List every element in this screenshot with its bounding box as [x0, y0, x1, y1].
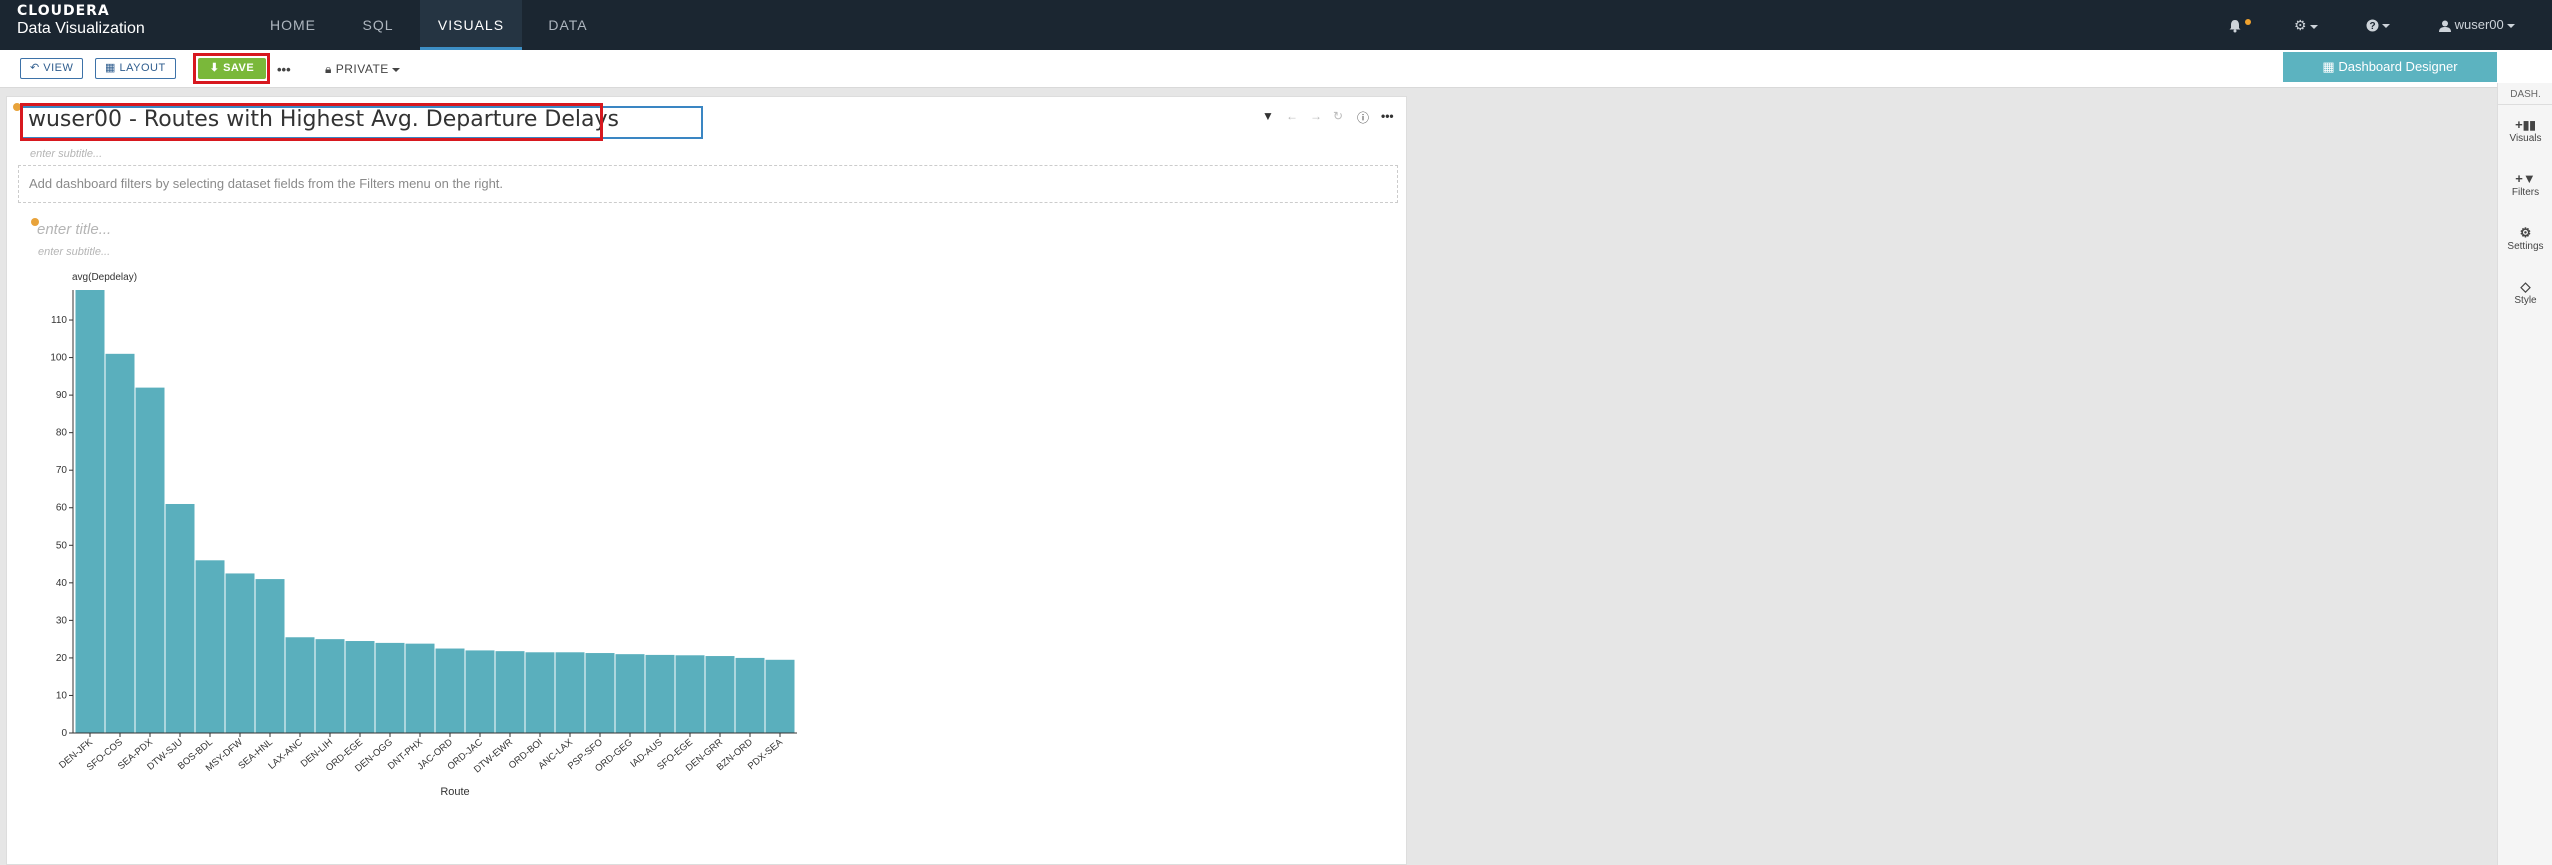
sidebar-item-label: Style: [2514, 295, 2537, 306]
privacy-label: PRIVATE: [335, 62, 389, 76]
back-arrow-icon[interactable]: ←: [1286, 109, 1298, 123]
chevron-down-icon: [2309, 24, 2318, 29]
view-label: VIEW: [43, 62, 74, 74]
designer-label: Dashboard Designer: [2338, 59, 2458, 74]
right-sidebar: DASH. +▮▮ Visuals +▼ Filters ⚙ Settings …: [2497, 83, 2552, 865]
refresh-icon[interactable]: ↻: [1333, 109, 1343, 123]
user-name: wuser00: [2454, 17, 2504, 32]
dashboard-filter-area: Add dashboard filters by selecting datas…: [18, 165, 1398, 203]
gear-icon: ⚙: [2294, 17, 2307, 33]
svg-text:?: ?: [2369, 21, 2375, 32]
more-options-button[interactable]: •••: [277, 62, 291, 77]
nav-tab-visuals[interactable]: VISUALS: [420, 0, 522, 50]
sidebar-item-settings[interactable]: ⚙ Settings: [2498, 225, 2552, 252]
dashboard-subtitle-input[interactable]: enter subtitle...: [30, 148, 102, 160]
layout-label: LAYOUT: [119, 62, 166, 74]
sidebar-item-style[interactable]: ◇ Style: [2498, 279, 2552, 306]
sidebar-item-visuals[interactable]: +▮▮ Visuals: [2498, 117, 2552, 144]
chevron-down-icon: [2506, 23, 2515, 28]
top-nav-bar: CLOUDERA Data Visualization HOME SQL VIS…: [0, 0, 2552, 50]
undo-arrow-icon: ↶: [30, 62, 40, 74]
add-chart-icon: +▮▮: [2515, 117, 2536, 132]
sidebar-item-label: Settings: [2507, 241, 2544, 252]
add-filter-icon: +▼: [2515, 171, 2536, 186]
info-icon[interactable]: ⓘ: [1357, 109, 1369, 126]
filter-icon[interactable]: ▼: [1262, 109, 1274, 123]
viz-subtitle-input[interactable]: enter subtitle...: [38, 246, 110, 258]
brand-name: CLOUDERA: [17, 3, 110, 19]
nav-tab-data[interactable]: DATA: [542, 0, 594, 50]
nav-tab-home[interactable]: HOME: [264, 0, 322, 50]
help-icon: ?: [2366, 19, 2379, 32]
sidebar-header: DASH.: [2498, 85, 2552, 105]
title-highlight-box: [20, 103, 603, 141]
nav-tab-sql[interactable]: SQL: [354, 0, 402, 50]
notifications-button[interactable]: [2228, 0, 2242, 50]
viz-title-input[interactable]: enter title...: [37, 221, 111, 238]
layout-icon: ▦: [105, 62, 116, 74]
grid-icon: ▦: [2322, 59, 2335, 74]
dashboard-toolbar: ↶ VIEW ▦ LAYOUT ⬇ SAVE ••• 🔒︎ PRIVATE: [0, 50, 2552, 88]
sidebar-item-label: Visuals: [2509, 133, 2542, 144]
chevron-down-icon: [391, 67, 400, 72]
lock-icon: 🔒︎: [325, 62, 332, 76]
privacy-dropdown[interactable]: 🔒︎ PRIVATE: [325, 62, 400, 77]
notification-badge: [2245, 19, 2251, 25]
user-menu[interactable]: wuser00: [2439, 0, 2515, 50]
save-highlight-box: [193, 53, 270, 84]
sidebar-item-filters[interactable]: +▼ Filters: [2498, 171, 2552, 198]
gears-icon: ⚙: [2519, 225, 2532, 240]
help-menu[interactable]: ?: [2366, 0, 2390, 50]
sidebar-item-label: Filters: [2511, 187, 2540, 198]
settings-menu[interactable]: ⚙: [2294, 0, 2318, 50]
dashboard-designer-button[interactable]: ▦ Dashboard Designer: [2283, 52, 2497, 82]
diamond-icon: ◇: [2520, 279, 2531, 294]
bell-icon: [2229, 19, 2241, 33]
dashboard-canvas: [6, 96, 1407, 865]
layout-button[interactable]: ▦ LAYOUT: [95, 58, 176, 79]
brand-logo[interactable]: CLOUDERA Data Visualization: [17, 3, 145, 38]
brand-product: Data Visualization: [17, 20, 145, 37]
user-icon: [2439, 20, 2451, 32]
forward-arrow-icon[interactable]: →: [1310, 109, 1322, 123]
panel-more-icon[interactable]: •••: [1381, 109, 1394, 123]
view-button[interactable]: ↶ VIEW: [20, 58, 84, 79]
chevron-down-icon: [2382, 23, 2390, 28]
